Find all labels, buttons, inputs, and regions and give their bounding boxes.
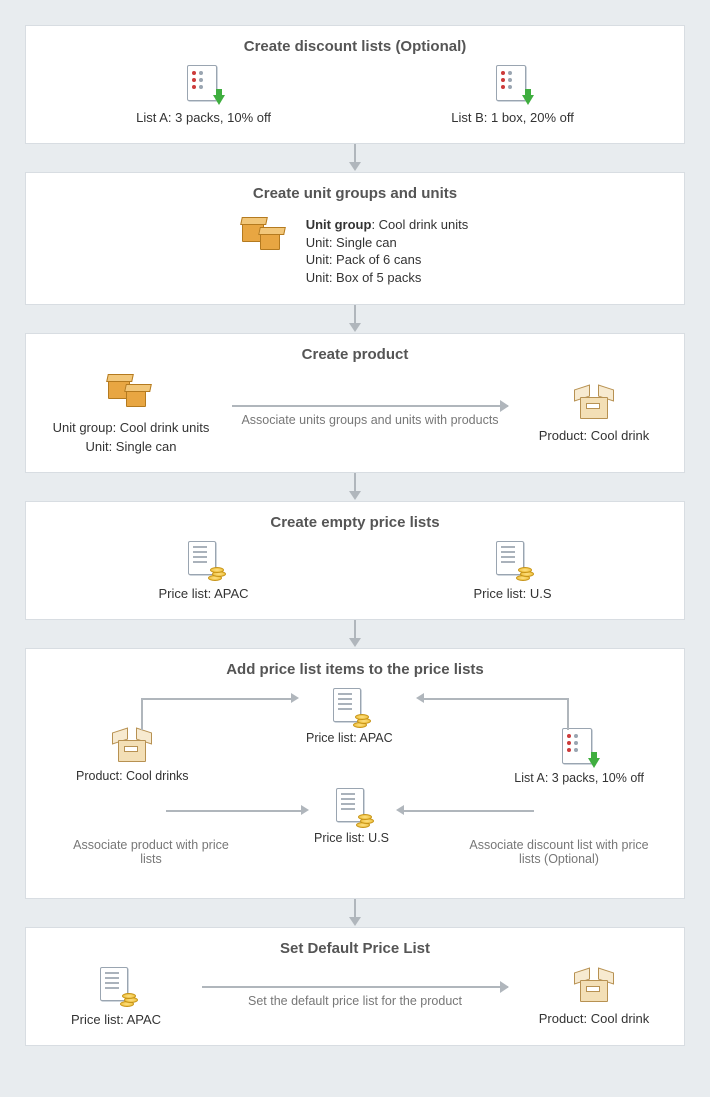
open-box-icon: [112, 728, 152, 764]
product-node: Product: Cool drinks: [76, 728, 189, 783]
price-list-us: Price list: U.S: [473, 541, 551, 601]
discount-list-label: List A: 3 packs, 10% off: [514, 771, 644, 785]
connector-line: [424, 698, 569, 700]
discount-list-a: List A: 3 packs, 10% off: [136, 65, 271, 125]
card-title: Set Default Price List: [46, 940, 664, 957]
product-label: Product: Cool drinks: [76, 769, 189, 783]
product-node: Product: Cool drink: [524, 385, 664, 443]
connector-line: [567, 698, 569, 730]
list-download-icon: [187, 65, 221, 103]
unit-group-details: Unit group: Cool drink units Unit: Singl…: [306, 216, 469, 286]
step-card-set-default: Set Default Price List Price list: APAC …: [25, 927, 685, 1046]
connector-line: [166, 810, 301, 812]
product-label: Product: Cool drink: [524, 1011, 664, 1026]
price-list-icon: [494, 541, 530, 579]
step-card-discount-lists: Create discount lists (Optional) List A:…: [25, 25, 685, 144]
price-list-icon: [334, 788, 370, 826]
card-title: Create unit groups and units: [46, 185, 664, 202]
discount-list-a-label: List A: 3 packs, 10% off: [136, 110, 271, 125]
boxes-icon: [242, 216, 288, 256]
product-label: Product: Cool drink: [524, 428, 664, 443]
unit-label: Unit: Single can: [46, 439, 216, 454]
product-node: Product: Cool drink: [524, 968, 664, 1026]
price-list-label: Price list: APAC: [158, 586, 248, 601]
flow-arrow-icon: [25, 620, 685, 648]
arrow-head-icon: [301, 805, 309, 815]
card-title: Create empty price lists: [46, 514, 664, 531]
unit-line: Unit: Single can: [306, 234, 469, 252]
unit-line: Unit: Pack of 6 cans: [306, 251, 469, 269]
associate-arrow-icon: [202, 986, 508, 988]
card-title: Create discount lists (Optional): [46, 38, 664, 55]
connector-line: [141, 698, 143, 730]
step-card-add-price-list-items: Add price list items to the price lists …: [25, 648, 685, 899]
arrow-head-icon: [291, 693, 299, 703]
arrow-head-icon: [416, 693, 424, 703]
price-list-apac-node: Price list: APAC: [306, 688, 393, 745]
card-title: Create product: [46, 346, 664, 363]
associate-arrow-icon: [232, 405, 508, 407]
unit-group-node: Unit group: Cool drink units Unit: Singl…: [46, 373, 216, 454]
price-list-us-node: Price list: U.S: [314, 788, 389, 845]
discount-list-node: List A: 3 packs, 10% off: [514, 728, 644, 785]
connector-line: [141, 698, 291, 700]
list-download-icon: [496, 65, 530, 103]
open-box-icon: [574, 385, 614, 421]
open-box-icon: [574, 968, 614, 1004]
boxes-icon: [108, 373, 154, 413]
price-list-label: Price list: U.S: [473, 586, 551, 601]
connector-line: [404, 810, 534, 812]
left-caption: Associate product with price lists: [66, 838, 236, 866]
list-download-icon: [562, 728, 596, 766]
price-list-label: Price list: APAC: [46, 1012, 186, 1027]
arrow-caption: Set the default price list for the produ…: [196, 994, 514, 1008]
discount-list-b-label: List B: 1 box, 20% off: [451, 110, 574, 125]
price-list-apac-node: Price list: APAC: [46, 967, 186, 1027]
flow-arrow-icon: [25, 305, 685, 333]
right-caption: Associate discount list with price lists…: [464, 838, 654, 866]
unit-group-label: Unit group: [306, 217, 372, 232]
unit-group-label: Unit group: Cool drink units: [46, 420, 216, 435]
card-title: Add price list items to the price lists: [46, 661, 664, 678]
flow-arrow-icon: [25, 899, 685, 927]
price-list-icon: [186, 541, 222, 579]
flow-arrow-icon: [25, 144, 685, 172]
price-list-icon: [98, 967, 134, 1005]
step-card-unit-groups: Create unit groups and units Unit group:…: [25, 172, 685, 305]
step-card-empty-price-lists: Create empty price lists Price list: APA…: [25, 501, 685, 620]
flow-arrow-icon: [25, 473, 685, 501]
arrow-head-icon: [396, 805, 404, 815]
unit-line: Unit: Box of 5 packs: [306, 269, 469, 287]
unit-group-value: : Cool drink units: [371, 217, 468, 232]
price-list-apac: Price list: APAC: [158, 541, 248, 601]
discount-list-b: List B: 1 box, 20% off: [451, 65, 574, 125]
arrow-caption: Associate units groups and units with pr…: [226, 413, 514, 427]
step-card-create-product: Create product Unit group: Cool drink un…: [25, 333, 685, 473]
price-list-icon: [331, 688, 367, 726]
price-list-label: Price list: APAC: [306, 731, 393, 745]
price-list-label: Price list: U.S: [314, 831, 389, 845]
